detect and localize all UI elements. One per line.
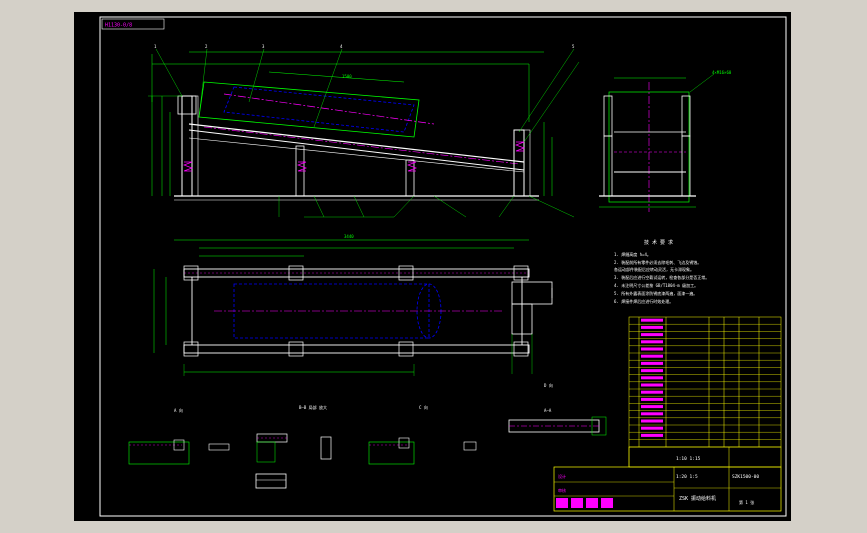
title-block: 1:10 1:15 1:20 1:5 SZK1500-00 ZSK 振动给料机 … [553,446,782,512]
plan-dimension: 3440 [344,234,354,239]
tech-line-6: 5. 所有外露表面涂防锈底漆两遍，面漆一遍。 [614,290,697,296]
drawing-title: ZSK 振动给料机 [679,495,716,502]
parts-row-mark [641,383,663,387]
view-label-aa: A—A [544,408,552,413]
parts-row-mark [641,405,663,409]
parts-row-mark [641,325,663,329]
svg-text:1: 1 [154,44,157,49]
tech-line-4: 3. 装配后应进行空载试运转，检查各部分是否正常。 [614,274,709,280]
view-label-d: D 向 [544,382,553,388]
svg-text:4: 4 [340,44,343,49]
parts-row-mark [641,340,663,344]
cad-drawing: H1130-0/8 1500 1 2 3 4 5 4×M16×60 3440 技… [99,16,787,517]
svg-text:2: 2 [205,44,208,49]
parts-list-rows [629,318,781,440]
svg-text:1500: 1500 [342,74,352,79]
sheet-number: 第 1 张 [739,499,754,505]
scale-line-2: 1:20 1:5 [676,474,698,480]
tech-line-5: 4. 未注明尺寸公差按 GB/T1804-m 级加工。 [614,282,698,288]
elevation-view: 1500 1 2 3 4 5 [148,44,580,218]
view-label-c: C 向 [419,404,428,410]
parts-row-mark [641,390,663,394]
tech-requirements: 技 术 要 求 1. 焊缝高度 h=4。 2. 装配前所有零件必须去除毛刺、飞边… [614,239,709,304]
plan-view: 3440 [153,234,553,376]
parts-row-mark [641,318,663,322]
side-view: 4×M16×60 [599,70,732,212]
designer-label: 设计 [558,473,566,479]
detail-views: A 向 B—B 局部 放大 C 向 D 向 A—A [128,382,607,489]
view-label-b: B—B 局部 放大 [299,404,327,410]
parts-row-mark [641,419,663,423]
parts-row-mark [641,433,663,437]
svg-text:4×M16×60: 4×M16×60 [712,70,732,75]
parts-row-mark [641,333,663,337]
tech-line-2: 2. 装配前所有零件必须去除毛刺、飞边及锈蚀。 [614,259,701,265]
parts-row-mark [641,369,663,373]
parts-row-mark [641,347,663,351]
scale-line-1: 1:10 1:15 [676,456,701,462]
tech-line-7: 6. 焊接件焊后应进行时效处理。 [614,298,673,304]
parts-row-mark [641,361,663,365]
parts-row-mark [641,354,663,358]
tech-line-3: 各运动部件装配后应转动灵活，无卡滞现象。 [614,266,694,272]
parts-row-mark [641,426,663,430]
svg-text:3: 3 [262,44,265,49]
parts-row-mark [641,376,663,380]
svg-text:5: 5 [572,44,575,49]
drawing-number: SZK1500-00 [732,474,759,480]
parts-row-mark [641,412,663,416]
tech-line-1: 1. 焊缝高度 h=4。 [614,251,651,257]
checker-label: 审核 [558,487,566,493]
parts-row-mark [641,397,663,401]
tech-heading: 技 术 要 求 [644,239,673,246]
corner-stamp: H1130-0/8 [105,23,132,29]
drawing-sheet: H1130-0/8 1500 1 2 3 4 5 4×M16×60 3440 技… [74,12,791,521]
view-label-a: A 向 [174,407,183,413]
